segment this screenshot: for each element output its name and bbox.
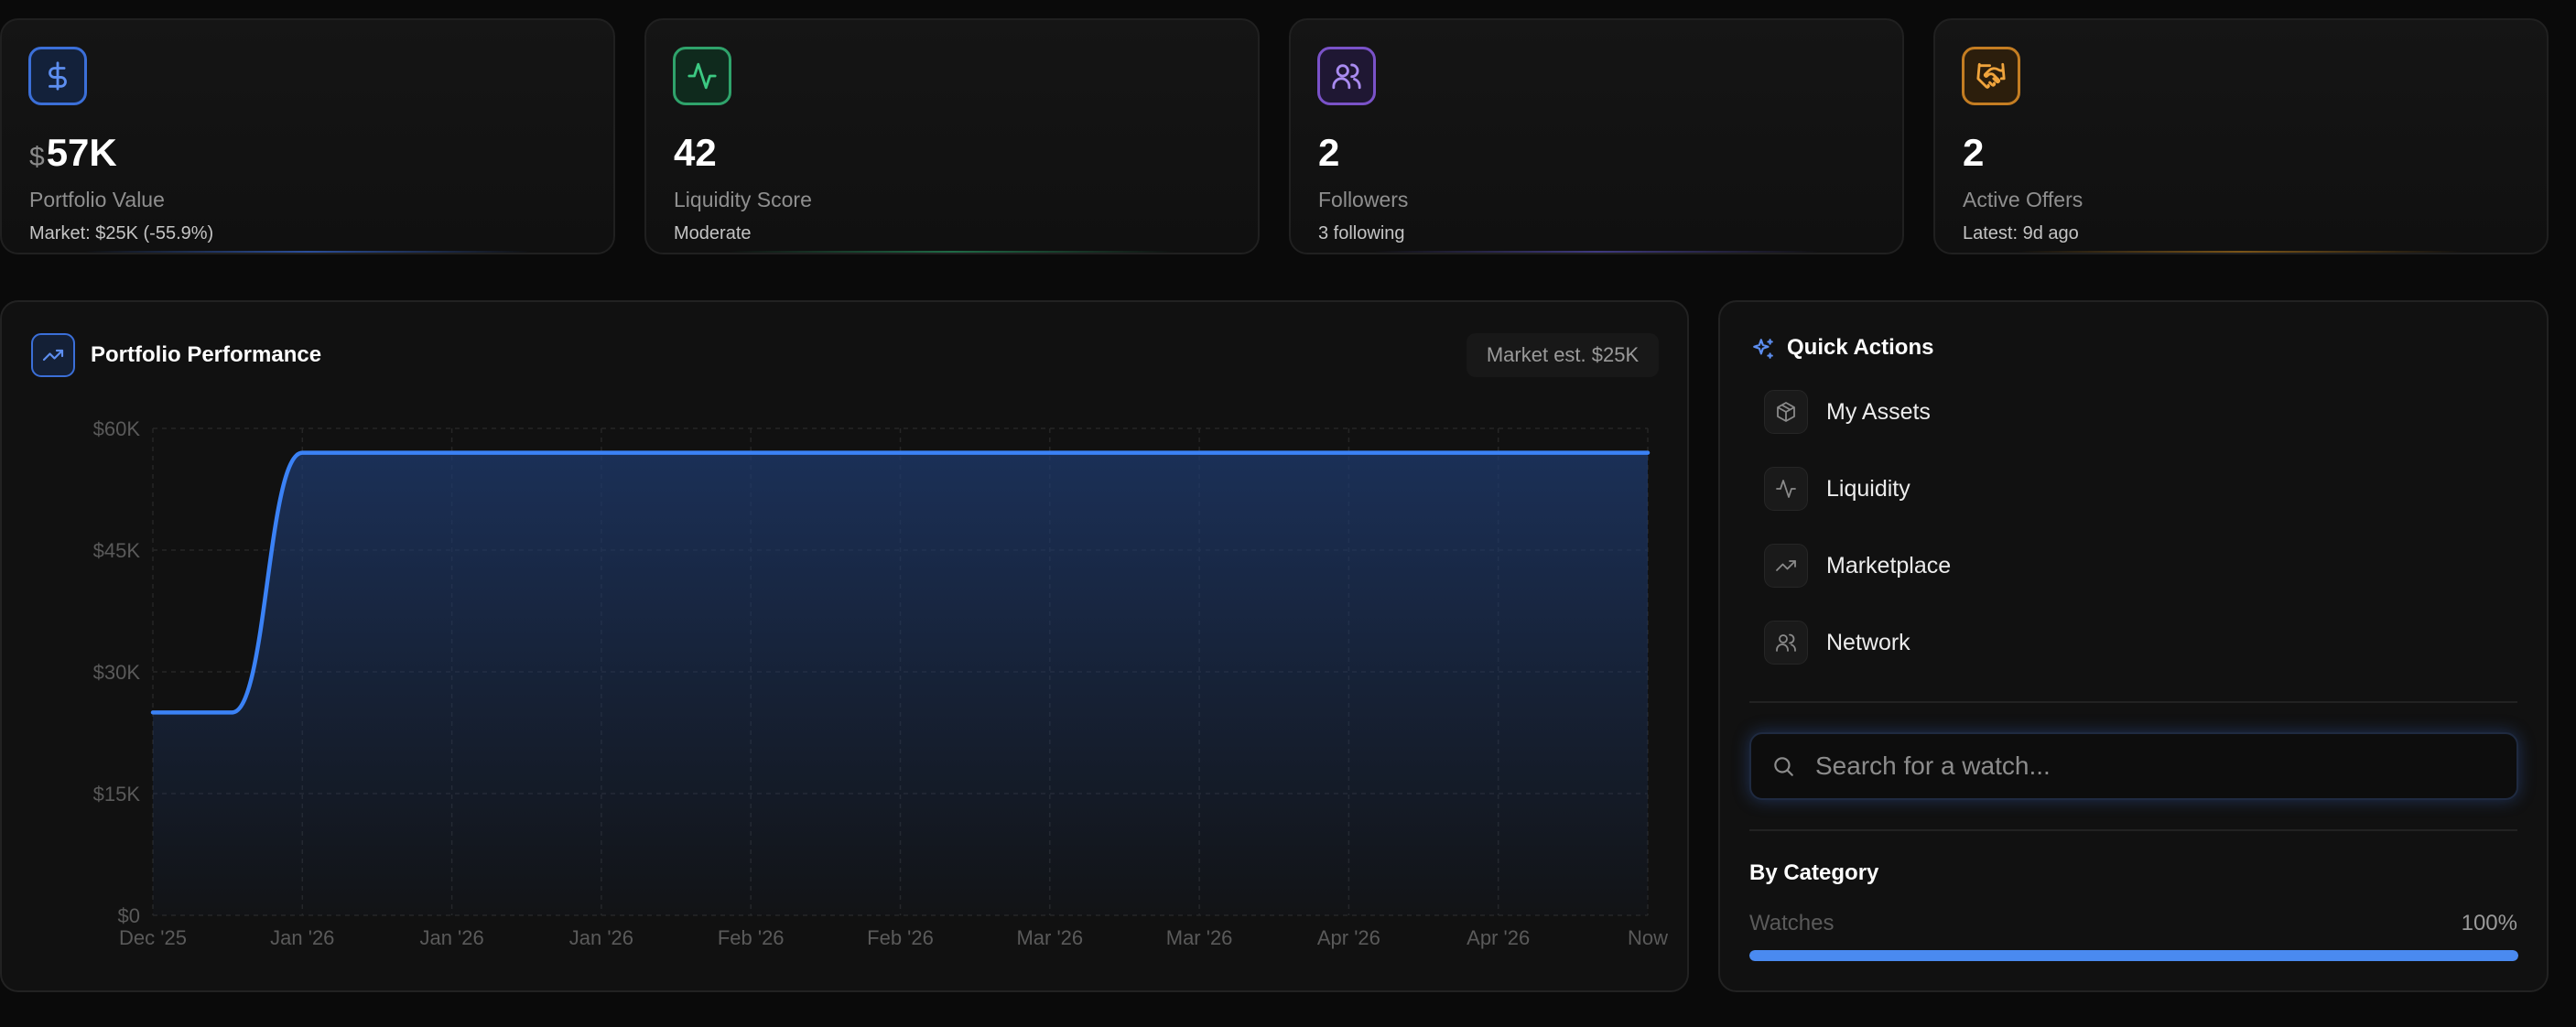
stat-sub: Latest: 9d ago xyxy=(1963,223,2079,243)
quick-action-marketplace[interactable]: Marketplace xyxy=(1764,538,2515,593)
stat-label: Liquidity Score xyxy=(674,188,812,211)
stat-card-active-offers: 2 Active Offers Latest: 9d ago xyxy=(1933,18,2549,254)
trending-up-icon xyxy=(1764,544,1808,588)
activity-icon xyxy=(1764,467,1808,511)
quick-action-liquidity[interactable]: Liquidity xyxy=(1764,461,2515,516)
y-tick-label: $15K xyxy=(93,783,141,805)
performance-chart: $0 $15K $30K $45K $60K Dec '25 Jan '26 Jan '26 J… xyxy=(93,417,1668,949)
box-icon xyxy=(1764,390,1808,434)
stat-label: Active Offers xyxy=(1963,188,2084,211)
x-tick-label: Mar '26 xyxy=(1016,926,1083,949)
stat-card-portfolio-value: $57K Portfolio Value Market: $25K (-55.9… xyxy=(0,18,615,254)
stat-sub: 3 following xyxy=(1318,223,1405,243)
stat-label: Portfolio Value xyxy=(29,188,165,211)
watch-search-box[interactable] xyxy=(1749,732,2518,800)
category-percent: 100% xyxy=(2461,911,2517,935)
series-area xyxy=(153,452,1648,915)
portfolio-performance-panel: Portfolio Performance Market est. $25K $… xyxy=(0,300,1689,992)
x-tick-label: Jan '26 xyxy=(569,926,633,949)
quick-actions-title: Quick Actions xyxy=(1787,335,1934,360)
x-tick-label: Jan '26 xyxy=(419,926,483,949)
stat-value: 2 xyxy=(1963,131,1985,174)
quick-action-my-assets[interactable]: My Assets xyxy=(1764,384,2515,439)
stat-value: 2 xyxy=(1318,131,1340,174)
stat-value: 42 xyxy=(674,131,717,174)
x-tick-label: Feb '26 xyxy=(718,926,785,949)
search-icon xyxy=(1774,757,1793,776)
x-tick-label: Jan '26 xyxy=(270,926,334,949)
quick-action-label: Marketplace xyxy=(1826,552,1952,578)
dollar-icon xyxy=(28,47,87,105)
x-tick-label: Apr '26 xyxy=(1317,926,1380,949)
x-tick-label: Dec '25 xyxy=(119,926,187,949)
y-tick-label: $45K xyxy=(93,539,141,562)
y-tick-label: $0 xyxy=(118,904,140,927)
quick-action-label: Network xyxy=(1826,629,1910,655)
divider xyxy=(1749,701,2517,703)
y-tick-label: $60K xyxy=(93,417,141,440)
category-name: Watches xyxy=(1749,911,1835,935)
users-icon xyxy=(1764,621,1808,665)
x-tick-label: Apr '26 xyxy=(1467,926,1530,949)
users-icon xyxy=(1317,47,1376,105)
handshake-icon xyxy=(1962,47,2020,105)
stat-sub: Market: $25K (-55.9%) xyxy=(29,223,214,243)
stat-card-liquidity-score: 42 Liquidity Score Moderate xyxy=(644,18,1260,254)
x-tick-label: Feb '26 xyxy=(867,926,934,949)
category-bar-fill xyxy=(1749,950,2518,961)
by-category-title: By Category xyxy=(1749,860,1879,885)
activity-icon xyxy=(673,47,731,105)
sparkles-icon xyxy=(1753,339,1773,359)
quick-action-network[interactable]: Network xyxy=(1764,615,2515,670)
quick-action-label: My Assets xyxy=(1826,398,1931,425)
quick-action-label: Liquidity xyxy=(1826,475,1910,502)
x-tick-label: Mar '26 xyxy=(1166,926,1233,949)
category-bar xyxy=(1749,950,2518,961)
x-tick-label: Now xyxy=(1628,926,1668,949)
stat-value: $57K xyxy=(29,131,117,174)
divider xyxy=(1749,829,2517,831)
stat-sub: Moderate xyxy=(674,223,752,243)
stat-label: Followers xyxy=(1318,188,1409,211)
stat-card-followers: 2 Followers 3 following xyxy=(1289,18,1904,254)
y-tick-label: $30K xyxy=(93,661,141,684)
watch-search-input[interactable] xyxy=(1813,751,2476,782)
quick-actions-panel: Quick Actions My Assets Liquidity Market… xyxy=(1718,300,2549,992)
